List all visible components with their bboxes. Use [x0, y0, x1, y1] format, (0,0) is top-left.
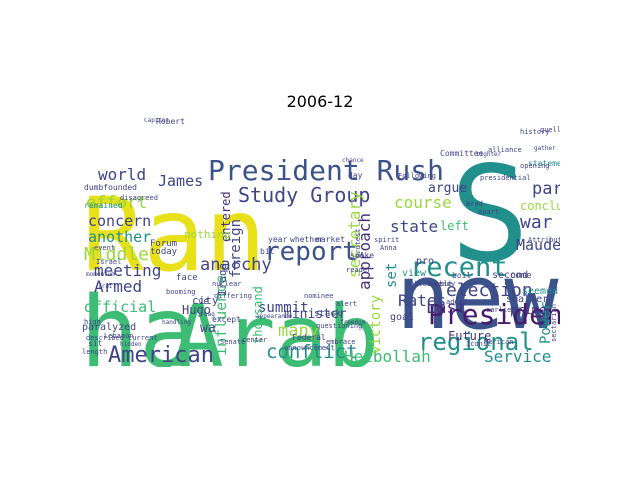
cloud-word: official: [84, 298, 156, 316]
cloud-word: nominee: [304, 292, 334, 300]
cloud-word: bag: [204, 311, 215, 318]
cloud-word: stack: [314, 309, 342, 319]
cloud-word: spirit: [374, 236, 399, 244]
cloud-word: Attribution: [528, 236, 560, 244]
cloud-word: war: [520, 212, 553, 233]
cloud-word: described: [86, 334, 124, 342]
cloud-word: Rates: [398, 291, 446, 310]
cloud-word: Following: [398, 172, 436, 180]
cloud-word: Senate: [220, 338, 245, 346]
cloud-word: chance: [342, 157, 364, 164]
cloud-word: earlier: [486, 306, 516, 314]
cloud-word: freedom: [340, 319, 366, 326]
cloud-word: hidden: [120, 341, 142, 348]
cloud-word: sectarian: [550, 304, 558, 342]
cloud-word: state: [390, 217, 438, 236]
cloud-word: market: [316, 235, 345, 244]
cloud-word: embrace: [326, 338, 356, 346]
cloud-word: goal: [390, 312, 414, 323]
cloud-word: day: [348, 171, 363, 180]
cloud-word: pro: [416, 256, 434, 267]
cloud-word: booming: [166, 288, 196, 296]
cloud-word: left: [440, 219, 469, 233]
cloud-word: nothing: [184, 228, 230, 241]
cloud-word: dumbfounded: [84, 183, 137, 192]
cloud-word: presidential: [480, 174, 531, 182]
cloud-word: high: [84, 318, 101, 326]
cloud-word: today: [150, 247, 178, 257]
cloud-word: alert: [336, 300, 357, 308]
cloud-word: concluded: [520, 199, 560, 213]
cloud-word: gather: [534, 145, 556, 152]
cloud-word: momentum: [86, 271, 115, 278]
word-cloud: Ran SnewhaArabPresident RushStudy Groupre…: [80, 118, 560, 367]
cloud-word: apart: [478, 208, 499, 216]
cloud-word: year: [268, 235, 287, 244]
cloud-word: argue: [428, 181, 467, 196]
cloud-word: Capitol: [144, 118, 170, 124]
cloud-word: except: [212, 315, 241, 324]
figure-title: 2006-12: [286, 92, 354, 111]
cloud-word: center: [242, 336, 267, 344]
cloud-word: victory: [368, 295, 384, 354]
cloud-word: differing: [214, 292, 252, 300]
cloud-word: handling: [162, 319, 191, 326]
cloud-word: boil: [452, 271, 471, 280]
cloud-word: Trail: [98, 283, 116, 290]
cloud-word: James: [158, 172, 203, 190]
cloud-word: Merican: [484, 338, 514, 346]
cloud-word: world: [98, 165, 146, 184]
cloud-word: tighter: [476, 151, 502, 158]
cloud-word: ready: [434, 280, 455, 288]
cloud-word: remained: [84, 201, 123, 210]
cloud-word: Brad: [466, 200, 483, 208]
cloud-word: protest: [354, 228, 362, 258]
cloud-word: event: [94, 244, 115, 252]
cloud-word: set: [384, 263, 400, 288]
cloud-word: added: [446, 298, 467, 306]
cloud-word: Israel: [96, 258, 121, 266]
cloud-word: ve: [198, 297, 209, 307]
cloud-word: appearance: [256, 313, 293, 320]
cloud-word: come: [510, 271, 532, 281]
cloud-word: opening: [520, 162, 550, 170]
cloud-word: Federal: [292, 333, 326, 342]
cloud-word: Hezbollah: [344, 347, 431, 366]
cloud-word: face: [176, 273, 198, 283]
cloud-word: view: [402, 268, 427, 279]
cloud-word: quell: [540, 126, 560, 134]
cloud-word: seemed: [522, 286, 558, 297]
cloud-word: part: [532, 179, 560, 199]
cloud-word: Anna: [380, 244, 397, 252]
cloud-word: reader: [346, 266, 371, 274]
cloud-word: Service: [484, 347, 551, 366]
cloud-word: disagreed: [120, 194, 158, 202]
cloud-word: length: [82, 348, 107, 356]
cloud-word: bit: [260, 247, 275, 256]
cloud-word: nuclear: [212, 280, 242, 288]
